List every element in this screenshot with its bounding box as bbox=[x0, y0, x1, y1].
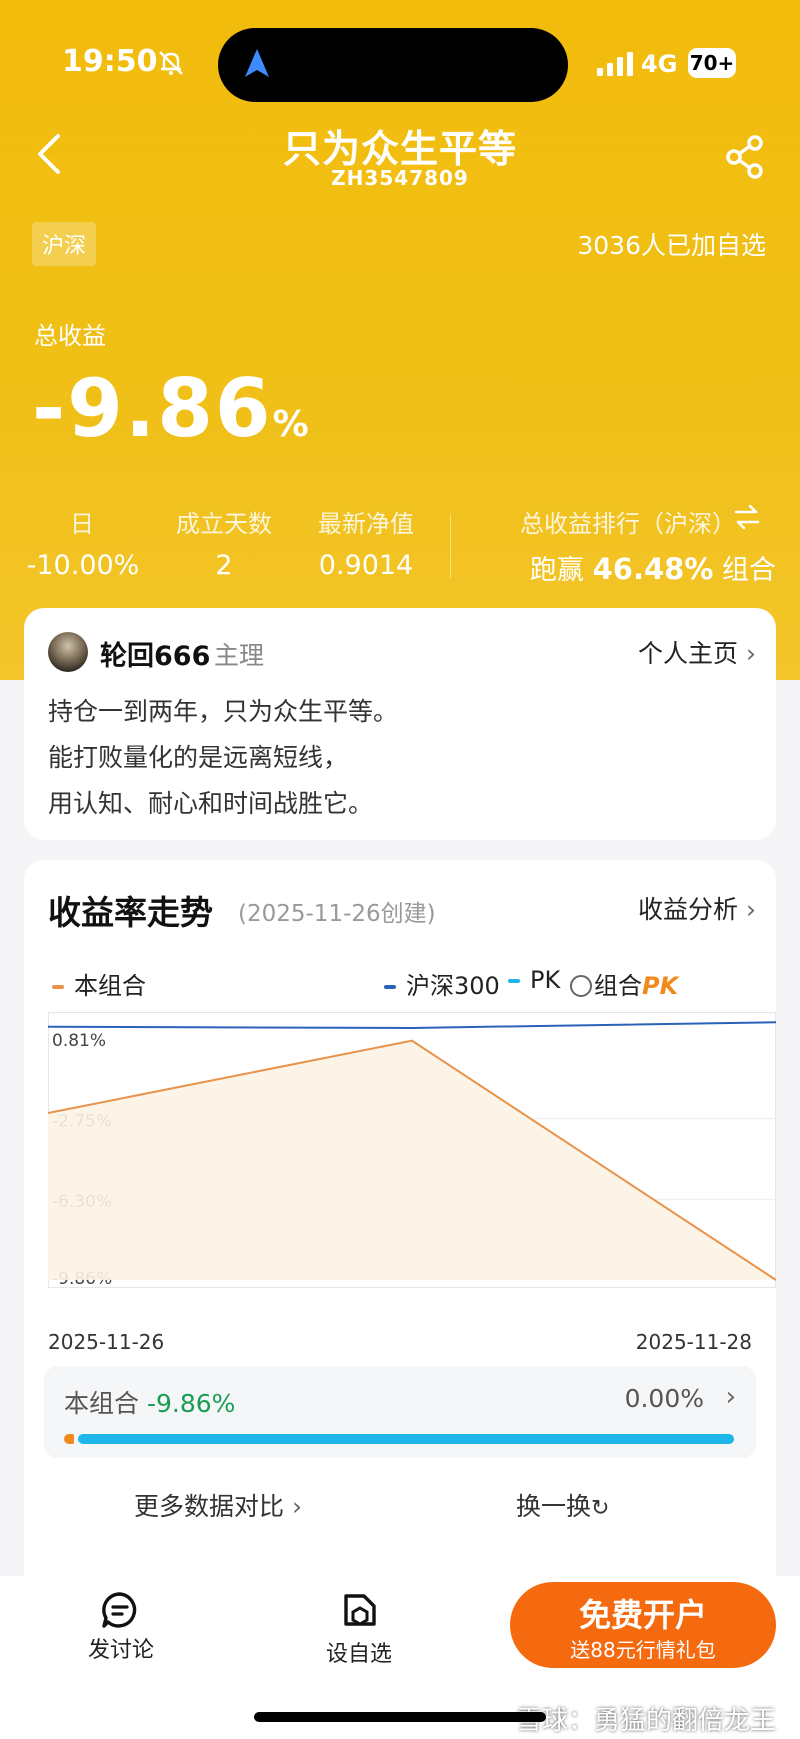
description-line-1: 持仓一到两年，只为众生平等。 bbox=[48, 697, 399, 726]
dynamic-island bbox=[218, 28, 568, 102]
x-tick-end: 2025-11-28 bbox=[635, 1330, 752, 1354]
compare-portfolio: 本组合 -9.86% bbox=[64, 1384, 235, 1420]
ranking-label: 总收益排行（沪深） bbox=[520, 510, 736, 538]
return-analysis-link[interactable]: 收益分析 › bbox=[638, 890, 756, 926]
stat-daily-value: -10.00% bbox=[26, 550, 140, 581]
more-compare-link[interactable]: 更多数据对比 › bbox=[134, 1487, 302, 1523]
pk-compare-toggle[interactable]: 组合PK bbox=[570, 966, 678, 1001]
return-chart: 0.81%-2.75%-6.30%-9.86% bbox=[48, 1012, 776, 1288]
legend-swatch-portfolio bbox=[52, 985, 64, 989]
chevron-right-icon: › bbox=[725, 1382, 736, 1412]
bell-muted-icon bbox=[159, 51, 183, 75]
pk-logo: PK bbox=[642, 972, 679, 1000]
series-area-portfolio bbox=[48, 1040, 776, 1280]
total-return-number: -9.86 bbox=[32, 362, 273, 455]
battery-indicator: 70+ bbox=[688, 48, 736, 78]
manager-role-badge: 主理 bbox=[214, 641, 265, 670]
cta-main-label: 免费开户 bbox=[578, 1596, 707, 1634]
y-tick-label: 0.81% bbox=[52, 1031, 106, 1051]
total-return-value: -9.86% bbox=[32, 362, 309, 455]
series-line-benchmark bbox=[48, 1021, 776, 1029]
compare-bar-benchmark bbox=[78, 1434, 734, 1444]
ranking-value: 跑赢 46.48% 组合 bbox=[530, 548, 776, 587]
chevron-right-icon: › bbox=[746, 639, 756, 668]
stat-nav-value: 0.9014 bbox=[318, 550, 414, 581]
manager-name[interactable]: 轮回666 bbox=[100, 634, 210, 673]
signal-icon bbox=[597, 52, 633, 76]
total-return-unit: % bbox=[272, 404, 309, 445]
legend-swatch-pk bbox=[508, 979, 520, 983]
ranking-suffix: 组合 bbox=[721, 555, 776, 586]
chevron-right-icon: › bbox=[746, 895, 756, 924]
ranking-percent: 46.48% bbox=[592, 552, 714, 586]
legend-swatch-benchmark bbox=[384, 985, 396, 989]
home-indicator bbox=[254, 1712, 546, 1722]
compare-box[interactable]: 本组合 -9.86% 0.00% › bbox=[44, 1366, 756, 1458]
followers-count: 3036人已加自选 bbox=[577, 231, 766, 260]
profile-link-label: 个人主页 bbox=[638, 639, 739, 668]
profile-link[interactable]: 个人主页 › bbox=[638, 634, 756, 670]
swap-one-label: 换一换 bbox=[516, 1492, 592, 1521]
compare-bar-portfolio bbox=[64, 1434, 74, 1444]
radio-icon bbox=[570, 975, 592, 997]
chevron-right-icon: › bbox=[291, 1492, 302, 1521]
pk-compare-label: 组合 bbox=[594, 972, 642, 1000]
description-line-2: 能打败量化的是远离短线， bbox=[48, 743, 349, 772]
legend-pk-label: PK bbox=[530, 966, 561, 994]
cta-sub-label: 送88元行情礼包 bbox=[570, 1638, 716, 1662]
stat-days-value: 2 bbox=[215, 550, 233, 581]
page-title: 只为众生平等 bbox=[282, 127, 517, 171]
manager-card: 轮回666 主理 个人主页 › 持仓一到两年，只为众生平等。 能打败量化的是远离… bbox=[24, 608, 776, 840]
discuss-label[interactable]: 发讨论 bbox=[88, 1632, 154, 1664]
add-watchlist-icon[interactable] bbox=[340, 1590, 380, 1630]
open-account-button[interactable]: 免费开户 送88元行情礼包 bbox=[510, 1582, 776, 1668]
swap-one-button[interactable]: 换一换↻ bbox=[516, 1487, 609, 1523]
market-tag: 沪深 bbox=[32, 222, 97, 266]
more-compare-label: 更多数据对比 bbox=[134, 1492, 285, 1521]
x-tick-start: 2025-11-26 bbox=[48, 1330, 165, 1354]
stats-divider bbox=[450, 514, 451, 578]
chart-title: 收益率走势 bbox=[48, 893, 213, 932]
stat-days-label: 成立天数 bbox=[176, 510, 272, 538]
network-type: 4G bbox=[641, 50, 678, 78]
swap-icon[interactable] bbox=[734, 502, 760, 532]
compare-benchmark-value: 0.00% bbox=[624, 1384, 704, 1413]
ranking-prefix: 跑赢 bbox=[530, 555, 584, 586]
status-time: 19:50 bbox=[62, 44, 158, 79]
legend-benchmark: 沪深300 bbox=[384, 966, 500, 1001]
discuss-icon[interactable] bbox=[100, 1590, 140, 1630]
chart-created-date: (2025-11-26创建) bbox=[238, 901, 436, 927]
compare-portfolio-value: -9.86% bbox=[146, 1389, 236, 1418]
portfolio-code: ZH3547809 bbox=[331, 166, 469, 190]
avatar[interactable] bbox=[48, 632, 88, 672]
description-line-3: 用认知、耐心和时间战胜它。 bbox=[48, 789, 374, 818]
stat-nav-label: 最新净值 bbox=[318, 510, 414, 538]
navigation-arrow-icon bbox=[245, 49, 269, 77]
legend-pk: PK bbox=[508, 966, 560, 994]
return-analysis-label: 收益分析 bbox=[638, 895, 739, 924]
total-return-label: 总收益 bbox=[34, 322, 106, 350]
refresh-icon: ↻ bbox=[591, 1496, 610, 1521]
compare-portfolio-label: 本组合 bbox=[64, 1389, 140, 1418]
watermark: 雪球：勇猛的翻倍龙王 bbox=[515, 1706, 776, 1736]
legend-portfolio-label: 本组合 bbox=[74, 972, 146, 1000]
stat-daily-label: 日 bbox=[70, 510, 94, 538]
watchlist-label[interactable]: 设自选 bbox=[326, 1636, 392, 1668]
legend-benchmark-label: 沪深300 bbox=[406, 972, 500, 1000]
return-trend-card: 收益率走势 (2025-11-26创建) 收益分析 › 本组合 沪深300 PK… bbox=[24, 860, 776, 1600]
legend-portfolio: 本组合 bbox=[52, 966, 146, 1001]
share-icon[interactable] bbox=[724, 134, 766, 180]
